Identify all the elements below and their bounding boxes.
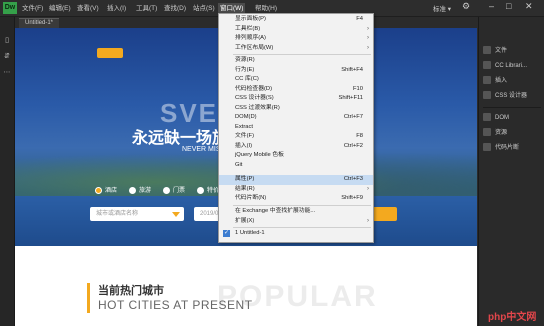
watermark: php中文网 <box>488 312 537 323</box>
menu-item-properties[interactable]: 属性(P) Ctrl+F3 <box>219 175 373 185</box>
menu-item-assets[interactable]: 资源(R) <box>219 56 373 66</box>
panel-files[interactable]: 文件 <box>483 46 507 57</box>
menu-item-css-transitions[interactable]: CSS 过渡效果(R) <box>219 104 373 114</box>
menu-separator <box>233 54 371 55</box>
menu-item-code-inspector[interactable]: 代码检查器(D) F10 <box>219 85 373 95</box>
radio-ticket[interactable]: 门票 <box>163 186 185 196</box>
menu-item-snippets[interactable]: 代码片断(N) Shift+F9 <box>219 194 373 204</box>
city-search-input[interactable]: 城市或酒店名称 <box>90 207 184 221</box>
menu-site[interactable]: 站点(S) <box>191 3 217 14</box>
radio-hotel[interactable]: 酒店 <box>95 186 117 196</box>
hot-cities-section: POPULAR 当前热门城市 HOT CITIES AT PRESENT <box>15 246 477 326</box>
filter-icon[interactable]: ⇵ <box>3 53 11 61</box>
menu-item-behaviors[interactable]: 行为(E) Shift+F4 <box>219 66 373 76</box>
menu-item-git[interactable]: Git <box>219 161 373 171</box>
css-designer-icon <box>483 91 491 100</box>
left-toolbar: ▯ ⇵ ⋯ <box>0 17 15 326</box>
insert-icon <box>483 76 491 85</box>
checkmark-icon: ✓ <box>223 230 230 237</box>
close-icon[interactable]: ✕ <box>525 1 533 12</box>
section-title: 当前热门城市 <box>98 285 164 297</box>
submenu-arrow-icon: › <box>367 217 369 224</box>
maximize-icon[interactable]: □ <box>506 1 511 11</box>
menu-item-extract[interactable]: Extract <box>219 123 373 133</box>
submenu-arrow-icon: › <box>367 185 369 192</box>
menu-view[interactable]: 查看(V) <box>75 3 101 14</box>
city-search-placeholder: 城市或酒店名称 <box>96 211 139 217</box>
menu-item-show-panels[interactable]: 显示面板(P) F4 <box>219 15 373 25</box>
snippets-icon <box>483 143 491 152</box>
menu-item-exchange[interactable]: 在 Exchange 中查找扩展功能... <box>219 207 373 217</box>
menu-item-toolbars[interactable]: 工具栏(B) › <box>219 25 373 35</box>
menu-separator <box>233 205 371 206</box>
menu-item-css-designer[interactable]: CSS 设计器(S) Shift+F11 <box>219 94 373 104</box>
section-subtitle: HOT CITIES AT PRESENT <box>98 298 253 312</box>
menu-find[interactable]: 查找(D) <box>162 3 188 14</box>
cc-libraries-icon <box>483 61 491 70</box>
menu-item-arrange[interactable]: 排列顺序(A) › <box>219 34 373 44</box>
workspace-mode-select[interactable]: 标准 ▾ <box>433 3 451 13</box>
minimize-icon[interactable]: – <box>489 1 494 11</box>
chevron-down-icon <box>172 212 180 217</box>
files-icon <box>483 46 491 55</box>
menu-file[interactable]: 文件(F) <box>20 3 45 14</box>
menu-item-cc-libraries[interactable]: CC 库(C) <box>219 75 373 85</box>
panel-dom[interactable]: DOM <box>483 113 509 124</box>
dom-icon <box>483 113 491 122</box>
panel-dock: 文件 CC Librari... 插入 CSS 设计器 DOM 资源 代码片断 <box>478 17 544 326</box>
menu-item-untitled-1[interactable]: ✓ 1 Untitled-1 <box>219 229 373 239</box>
menu-item-dom[interactable]: DOM(D) Ctrl+F7 <box>219 113 373 123</box>
menu-separator <box>233 227 371 228</box>
menu-item-jquery-swatches[interactable]: jQuery Mobile 色板 <box>219 151 373 161</box>
menu-tools[interactable]: 工具(T) <box>134 3 159 14</box>
dreamweaver-logo-icon: Dw <box>3 2 17 14</box>
radio-tour[interactable]: 旅游 <box>129 186 151 196</box>
brand-badge[interactable] <box>97 48 123 58</box>
menu-item-files[interactable]: 文件(F) F8 <box>219 132 373 142</box>
panel-css-designer[interactable]: CSS 设计器 <box>483 91 527 102</box>
panel-snippets[interactable]: 代码片断 <box>483 143 519 154</box>
search-button[interactable] <box>371 207 397 221</box>
section-accent-bar <box>87 283 90 313</box>
menu-insert[interactable]: 插入(I) <box>105 3 128 14</box>
more-icon[interactable]: ⋯ <box>3 69 11 77</box>
settings-icon[interactable]: ⚙ <box>462 1 470 12</box>
panel-cc-libraries[interactable]: CC Librari... <box>483 61 527 72</box>
menu-item-results[interactable]: 结果(R) › <box>219 185 373 195</box>
submenu-arrow-icon: › <box>367 25 369 32</box>
file-icon[interactable]: ▯ <box>3 37 11 45</box>
submenu-arrow-icon: › <box>367 44 369 51</box>
menu-item-extensions[interactable]: 扩展(X) › <box>219 217 373 227</box>
panel-insert[interactable]: 插入 <box>483 76 507 87</box>
submenu-arrow-icon: › <box>367 35 369 41</box>
menu-item-insert[interactable]: 插入(I) Ctrl+F2 <box>219 142 373 152</box>
window-menu-dropdown: 显示面板(P) F4 工具栏(B) › 排列顺序(A) › 工作区布局(W) › 资源(… <box>218 13 374 243</box>
menu-item-workspace-layout[interactable]: 工作区布局(W) › <box>219 44 373 54</box>
assets-icon <box>483 128 491 137</box>
panel-assets[interactable]: 资源 <box>483 128 507 139</box>
panel-divider <box>483 107 541 108</box>
radio-special[interactable]: 特价 <box>197 186 219 196</box>
menu-edit[interactable]: 编辑(E) <box>47 3 73 14</box>
tab-untitled-1[interactable]: Untitled-1* <box>19 18 60 28</box>
